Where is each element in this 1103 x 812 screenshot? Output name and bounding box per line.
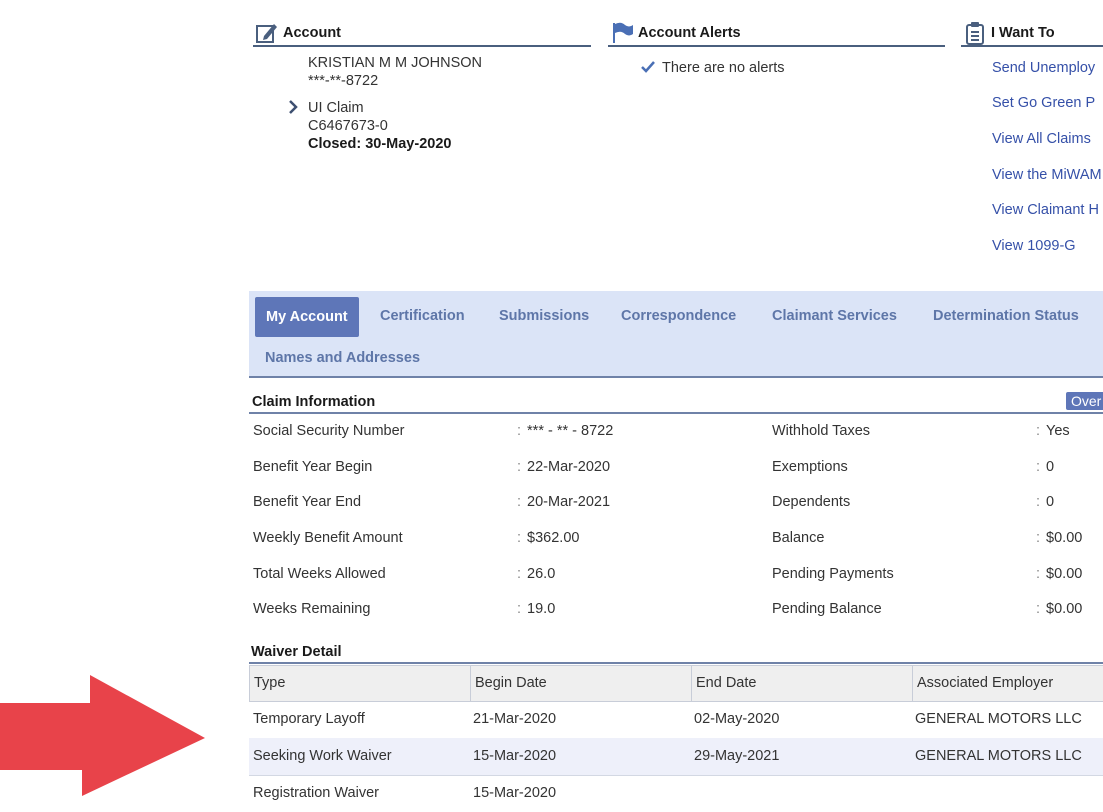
claim-type[interactable]: UI Claim xyxy=(308,100,364,116)
pending-payments-label: Pending Payments xyxy=(772,566,894,582)
weekly-benefit-value: $362.00 xyxy=(527,530,580,546)
waiver-end-date: 29-May-2021 xyxy=(694,748,780,764)
waiver-end-date: 02-May-2020 xyxy=(694,711,780,727)
total-weeks-label: Total Weeks Allowed xyxy=(253,566,386,582)
waiver-end-date xyxy=(690,775,694,812)
tab-my-account[interactable]: My Account xyxy=(255,297,359,337)
overview-button[interactable]: Over xyxy=(1066,392,1103,410)
waiver-table-header: Type Begin Date End Date Associated Empl… xyxy=(249,665,1103,702)
waiver-begin-date: 21-Mar-2020 xyxy=(473,711,557,727)
pending-balance-label: Pending Balance xyxy=(772,601,882,617)
red-arrow-annotation xyxy=(0,675,205,796)
edit-icon xyxy=(255,21,279,45)
tab-certification[interactable]: Certification xyxy=(380,308,465,324)
ssn-label: Social Security Number xyxy=(253,423,405,439)
claim-status: Closed: 30-May-2020 xyxy=(308,136,452,152)
claim-info-divider xyxy=(249,412,1103,414)
checkmark-icon xyxy=(640,59,656,80)
iwant-link-view-miwam[interactable]: View the MiWAM xyxy=(992,167,1102,183)
tab-correspondence[interactable]: Correspondence xyxy=(621,308,736,324)
dependents-label: Dependents xyxy=(772,494,851,510)
waiver-begin-date: 15-Mar-2020 xyxy=(473,748,557,764)
claim-info-title: Claim Information xyxy=(252,394,376,410)
chevron-right-icon[interactable] xyxy=(287,99,299,115)
account-section-header: Account xyxy=(253,19,591,47)
balance-value: $0.00 xyxy=(1046,530,1083,546)
alerts-title: Account Alerts xyxy=(638,25,741,41)
pending-payments-row: : $0.00 xyxy=(1036,566,1083,582)
pending-payments-value: $0.00 xyxy=(1046,566,1083,582)
account-title: Account xyxy=(283,25,341,41)
waiver-divider xyxy=(249,662,1103,664)
alerts-section-header: Account Alerts xyxy=(608,19,945,47)
account-holder-name: KRISTIAN M M JOHNSON xyxy=(308,55,483,71)
waiver-detail-title: Waiver Detail xyxy=(251,644,342,660)
total-weeks-row: :26.0 xyxy=(517,566,556,582)
waiver-begin-date: 15-Mar-2020 xyxy=(473,785,557,801)
waiver-type: Seeking Work Waiver xyxy=(253,748,392,764)
iwant-link-view-claimant[interactable]: View Claimant H xyxy=(992,202,1099,218)
balance-label: Balance xyxy=(772,530,825,546)
exemptions-label: Exemptions xyxy=(772,459,848,475)
claim-id: C6467673-0 xyxy=(308,118,388,134)
waiver-employer xyxy=(911,775,915,812)
withhold-taxes-label: Withhold Taxes xyxy=(772,423,871,439)
tab-submissions[interactable]: Submissions xyxy=(499,308,589,324)
alerts-message: There are no alerts xyxy=(662,60,785,76)
waiver-header-employer[interactable]: Associated Employer xyxy=(912,666,1103,701)
iwant-link-send-unemployment[interactable]: Send Unemploy xyxy=(992,60,1095,76)
weekly-benefit-label: Weekly Benefit Amount xyxy=(253,530,403,546)
tab-names-and-addresses[interactable]: Names and Addresses xyxy=(265,350,420,366)
waiver-type: Temporary Layoff xyxy=(253,711,365,727)
exemptions-row: :0 xyxy=(1036,459,1055,475)
weeks-remaining-value: 19.0 xyxy=(527,601,556,617)
table-row: Registration Waiver 15-Mar-2020 xyxy=(249,775,1103,812)
weeks-remaining-row: :19.0 xyxy=(517,601,556,617)
dependents-row: :0 xyxy=(1036,494,1055,510)
waiver-header-end-date[interactable]: End Date xyxy=(691,666,912,701)
benefit-year-begin-label: Benefit Year Begin xyxy=(253,459,373,475)
clipboard-icon xyxy=(963,21,987,45)
weeks-remaining-label: Weeks Remaining xyxy=(253,601,371,617)
benefit-year-begin-row: :22-Mar-2020 xyxy=(517,459,611,475)
benefit-year-end-label: Benefit Year End xyxy=(253,494,362,510)
table-row: Temporary Layoff 21-Mar-2020 02-May-2020… xyxy=(249,701,1103,739)
waiver-header-type[interactable]: Type xyxy=(250,666,471,701)
dependents-value: 0 xyxy=(1046,494,1055,510)
account-ssn: ***-**-8722 xyxy=(308,73,379,89)
ssn-value-row: : *** - ** - 8722 xyxy=(517,423,614,439)
waiver-employer: GENERAL MOTORS LLC xyxy=(915,711,1082,727)
tab-claimant-services[interactable]: Claimant Services xyxy=(772,308,897,324)
withhold-taxes-row: : Yes xyxy=(1036,423,1070,439)
iwant-link-view-1099g[interactable]: View 1099-G xyxy=(992,238,1076,254)
iwant-link-view-all-claims[interactable]: View All Claims xyxy=(992,131,1091,147)
iwant-title: I Want To xyxy=(991,25,1055,41)
waiver-type: Registration Waiver xyxy=(253,785,379,801)
waiver-header-begin-date[interactable]: Begin Date xyxy=(470,666,691,701)
flag-icon xyxy=(610,21,634,45)
exemptions-value: 0 xyxy=(1046,459,1055,475)
waiver-employer: GENERAL MOTORS LLC xyxy=(915,748,1082,764)
total-weeks-value: 26.0 xyxy=(527,566,556,582)
benefit-year-begin-value: 22-Mar-2020 xyxy=(527,459,611,475)
table-row: Seeking Work Waiver 15-Mar-2020 29-May-2… xyxy=(249,738,1103,776)
pending-balance-value: $0.00 xyxy=(1046,601,1083,617)
ssn-value: *** - ** - 8722 xyxy=(527,423,614,439)
benefit-year-end-row: :20-Mar-2021 xyxy=(517,494,611,510)
tab-determination-status[interactable]: Determination Status xyxy=(933,308,1079,324)
iwant-link-go-green[interactable]: Set Go Green P xyxy=(992,95,1095,111)
withhold-taxes-value: Yes xyxy=(1046,423,1070,439)
benefit-year-end-value: 20-Mar-2021 xyxy=(527,494,611,510)
pending-balance-row: : $0.00 xyxy=(1036,601,1083,617)
iwant-section-header: I Want To xyxy=(961,19,1103,47)
weekly-benefit-row: : $362.00 xyxy=(517,530,580,546)
balance-row: : $0.00 xyxy=(1036,530,1083,546)
